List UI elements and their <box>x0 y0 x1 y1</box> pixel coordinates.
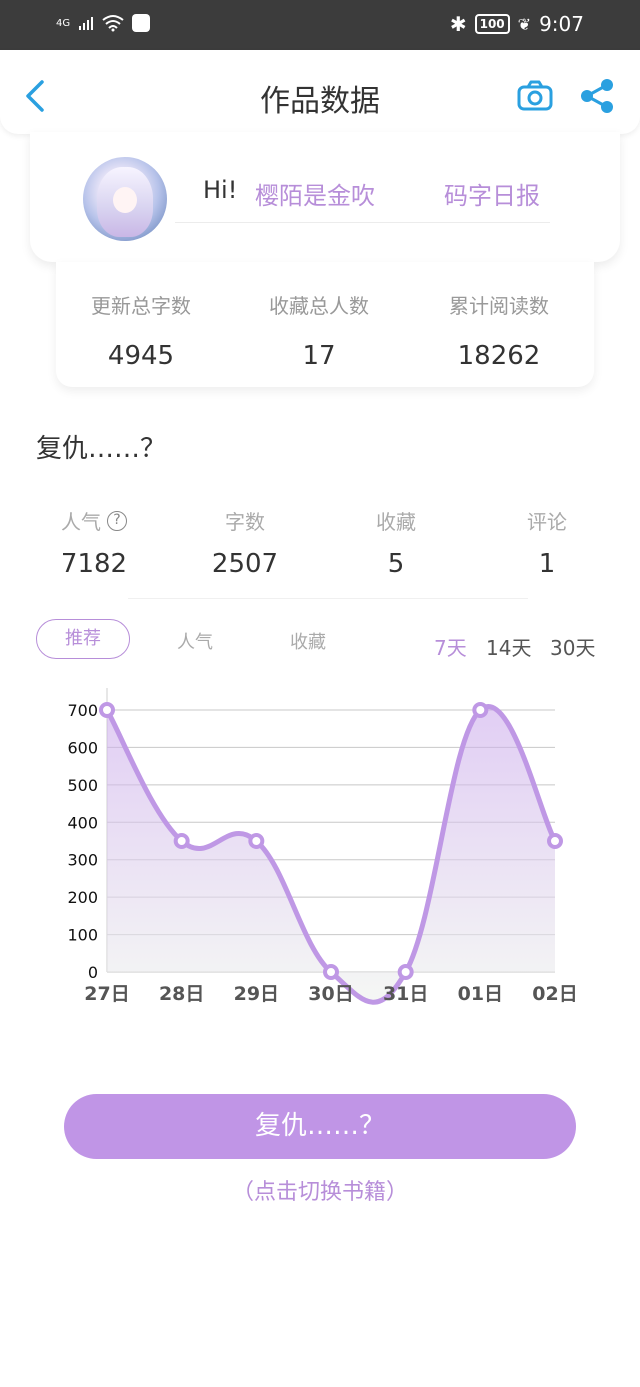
x-tick-label: 02日 <box>532 983 577 1005</box>
user-card: Hi! 樱陌是金吹 码字日报 <box>30 132 620 262</box>
metric-comments: 评论 1 <box>487 506 607 579</box>
metric-label-wrap: 人气 ? <box>61 506 127 535</box>
x-tick-label: 28日 <box>159 983 204 1005</box>
stat-label: 更新总字数 <box>91 294 191 318</box>
data-point <box>323 964 339 980</box>
metric-label: 收藏 <box>376 510 416 534</box>
metric-favorites: 收藏 5 <box>336 506 456 579</box>
tab-favorites[interactable]: 收藏 <box>290 628 326 654</box>
range-30-days[interactable]: 30天 <box>550 632 595 661</box>
stat-total-favorites: 收藏总人数 17 <box>234 290 404 371</box>
daily-report-link[interactable]: 码字日报 <box>444 176 540 211</box>
trend-chart: 0 100 200 300 400 500 600 700 27日 28日 29日 30日 31日 01… <box>67 688 578 1005</box>
wifi-icon <box>102 15 124 32</box>
y-tick-label: 200 <box>67 888 98 907</box>
switch-book-button[interactable]: 复仇……？ <box>64 1094 576 1159</box>
x-tick-label: 30日 <box>308 983 353 1005</box>
stat-label: 收藏总人数 <box>269 294 369 318</box>
x-tick-label: 27日 <box>84 983 129 1005</box>
area-fill <box>107 706 555 1003</box>
username: 樱陌是金吹 <box>255 182 375 210</box>
x-tick-label: 29日 <box>234 983 279 1005</box>
y-tick-label: 300 <box>67 851 98 870</box>
carrier-app-icon <box>132 14 151 32</box>
stat-label: 累计阅读数 <box>449 294 549 318</box>
greeting-text: Hi! <box>203 176 238 204</box>
network-type: 4G <box>56 17 71 29</box>
stat-total-words: 更新总字数 4945 <box>56 290 226 371</box>
range-7-days[interactable]: 7天 <box>434 632 467 661</box>
x-tick-label: 31日 <box>383 983 428 1005</box>
battery-indicator: 100 <box>474 14 510 34</box>
help-icon[interactable]: ? <box>107 510 127 531</box>
y-tick-label: 500 <box>67 776 98 795</box>
chart-y-axis: 0 100 200 300 400 500 600 700 <box>67 701 98 982</box>
signal-icon <box>79 17 94 30</box>
chart-area <box>107 706 555 1003</box>
data-point <box>397 964 414 980</box>
nav-bar: 作品数据 <box>0 50 640 134</box>
metric-label: 评论 <box>527 510 567 534</box>
status-left: 4G <box>56 14 151 32</box>
data-point <box>99 702 115 718</box>
data-point <box>472 702 489 718</box>
metric-value: 2507 <box>211 549 279 579</box>
divider <box>128 598 528 599</box>
y-tick-label: 400 <box>67 813 98 832</box>
tab-recommend[interactable]: 推荐 <box>36 619 130 659</box>
stat-value: 4945 <box>107 341 175 371</box>
y-tick-label: 0 <box>88 963 98 982</box>
status-right: ✱ 100 ❦ 9:07 <box>450 12 584 36</box>
y-tick-label: 700 <box>67 701 98 720</box>
divider <box>175 222 550 223</box>
data-point <box>248 833 265 849</box>
metric-value: 5 <box>387 549 405 579</box>
metric-value: 7182 <box>60 549 128 579</box>
stat-value: 17 <box>302 341 336 371</box>
book-title: 复仇……？ <box>36 434 167 464</box>
metric-label: 字数 <box>225 510 265 534</box>
y-tick-label: 100 <box>67 926 98 945</box>
tab-popularity[interactable]: 人气 <box>177 628 213 654</box>
metric-label: 人气 <box>61 510 101 534</box>
data-point <box>173 833 190 849</box>
y-tick-label: 600 <box>67 738 98 757</box>
data-point <box>547 833 563 849</box>
metric-popularity: 人气 ? 7182 <box>34 506 154 579</box>
range-14-days[interactable]: 14天 <box>486 632 531 661</box>
stats-card: 更新总字数 4945 收藏总人数 17 累计阅读数 18262 <box>56 262 594 387</box>
chart-x-axis: 27日 28日 29日 30日 31日 01日 02日 <box>84 983 577 1005</box>
leaf-icon: ❦ <box>517 14 532 34</box>
status-bar: 4G ✱ 100 ❦ 9:07 <box>0 0 640 50</box>
avatar[interactable] <box>83 157 167 241</box>
metric-value: 1 <box>538 549 556 579</box>
switch-book-hint[interactable]: （点击切换书籍） <box>0 1174 640 1206</box>
stat-total-reads: 累计阅读数 18262 <box>414 290 584 371</box>
x-tick-label: 01日 <box>458 983 503 1005</box>
bluetooth-icon: ✱ <box>449 12 467 36</box>
clock: 9:07 <box>539 12 584 36</box>
share-icon[interactable] <box>578 78 616 114</box>
stat-value: 18262 <box>457 341 541 371</box>
avatar-face <box>113 187 137 213</box>
metric-word-count: 字数 2507 <box>185 506 305 579</box>
camera-icon[interactable] <box>516 80 554 112</box>
